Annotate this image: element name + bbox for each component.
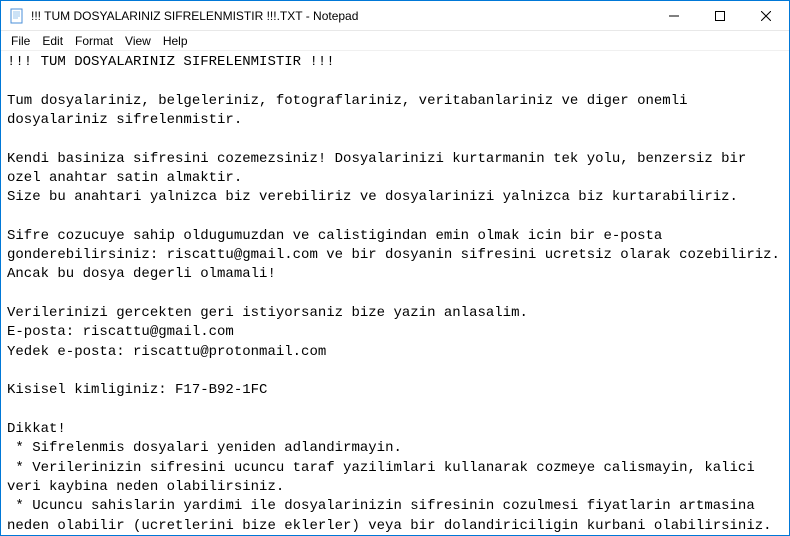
menu-file[interactable]: File [5, 33, 36, 49]
menu-edit[interactable]: Edit [36, 33, 69, 49]
window-title: !!! TUM DOSYALARINIZ SIFRELENMISTIR !!!.… [31, 9, 358, 23]
menu-view[interactable]: View [119, 33, 157, 49]
editor-content[interactable]: !!! TUM DOSYALARINIZ SIFRELENMISTIR !!! … [1, 51, 789, 535]
notepad-icon [9, 8, 25, 24]
menubar: File Edit Format View Help [1, 31, 789, 51]
menu-help[interactable]: Help [157, 33, 194, 49]
menu-format[interactable]: Format [69, 33, 119, 49]
titlebar: !!! TUM DOSYALARINIZ SIFRELENMISTIR !!!.… [1, 1, 789, 31]
close-button[interactable] [743, 1, 789, 31]
window-controls [651, 1, 789, 30]
minimize-button[interactable] [651, 1, 697, 31]
maximize-button[interactable] [697, 1, 743, 31]
